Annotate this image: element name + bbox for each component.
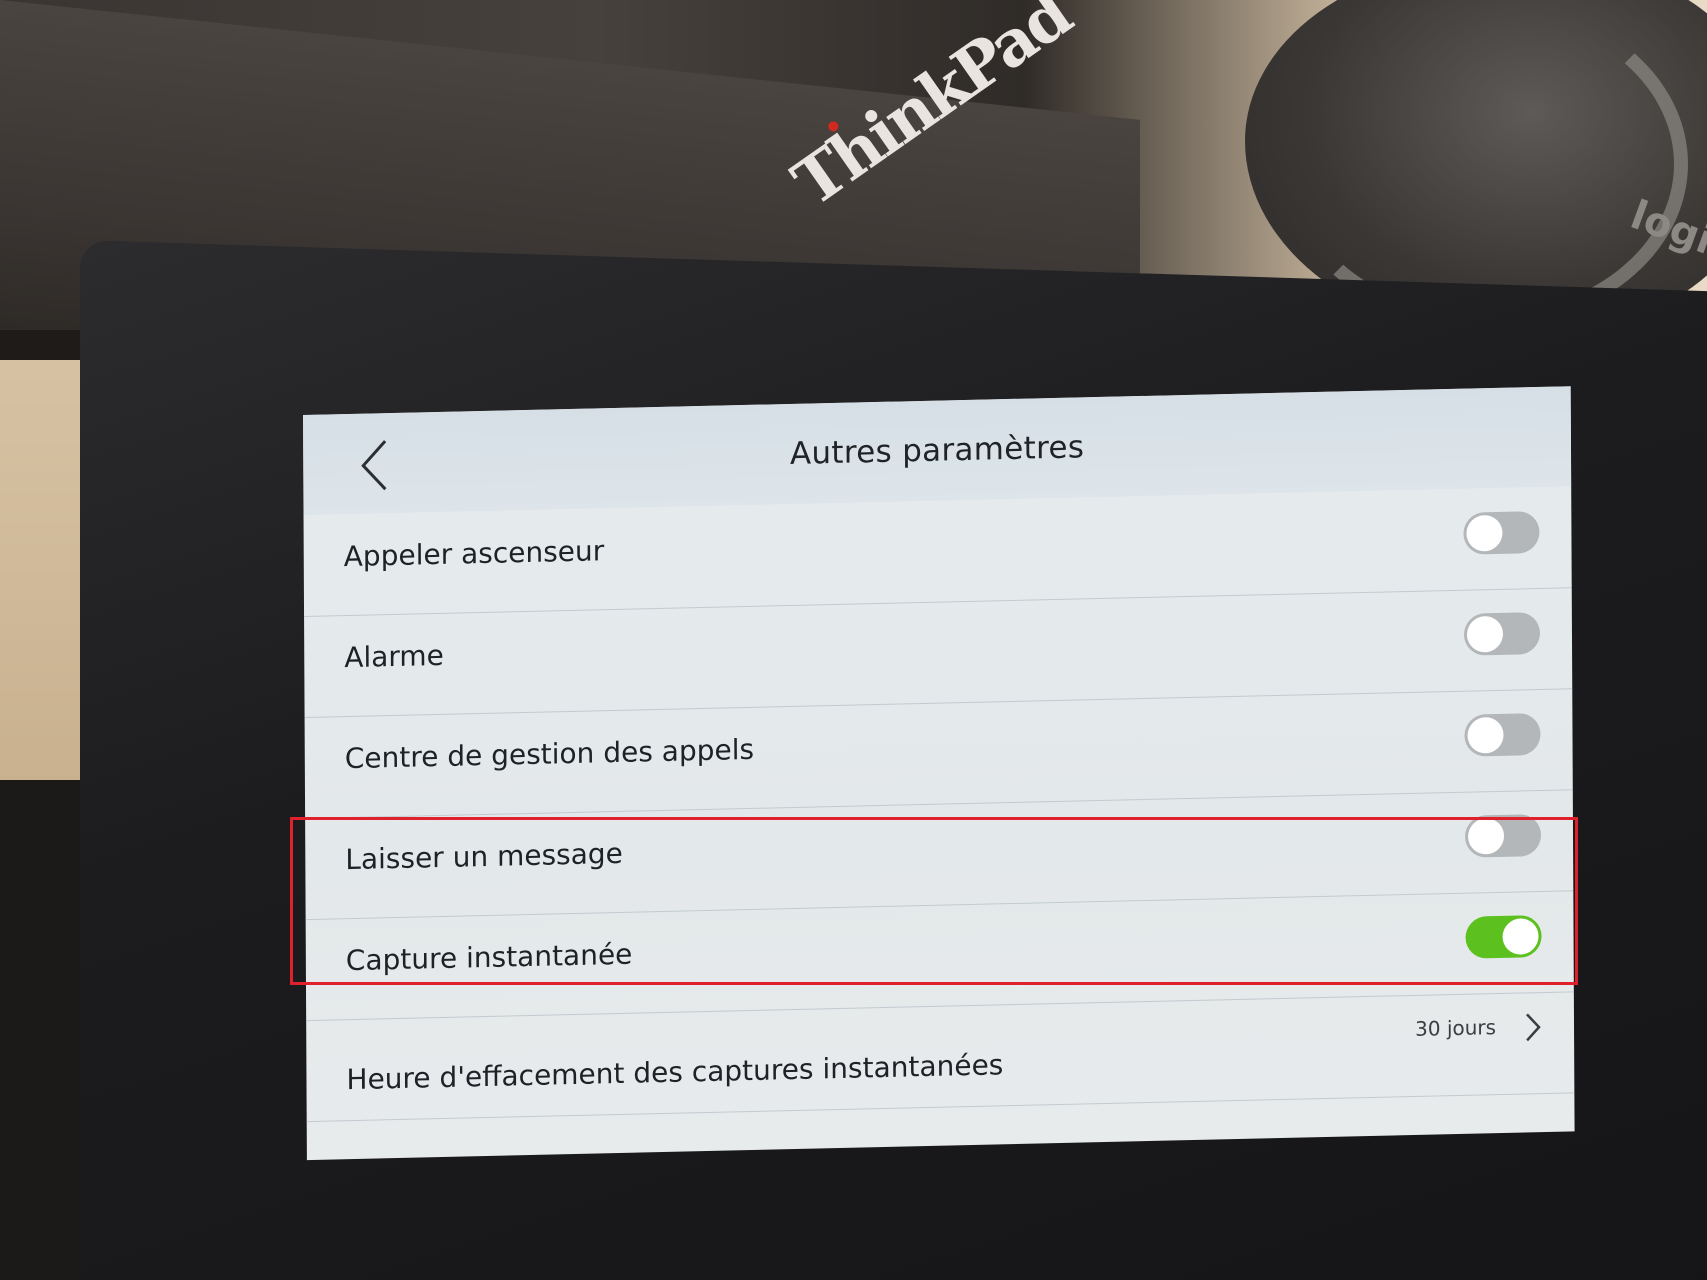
toggle-knob <box>1466 514 1503 552</box>
toggle-knob <box>1467 716 1504 754</box>
highlight-annotation-box <box>290 817 1578 985</box>
toggle-knob <box>1466 615 1504 653</box>
setting-label: Centre de gestion des appels <box>344 732 755 776</box>
setting-label: Heure d'effacement des captures instanta… <box>346 1048 1004 1097</box>
setting-label: Appeler ascenseur <box>343 534 605 574</box>
chevron-right-icon[interactable] <box>1522 1010 1544 1045</box>
alarm-toggle[interactable] <box>1463 611 1541 656</box>
setting-label: Alarme <box>344 638 444 675</box>
call-elevator-toggle[interactable] <box>1463 510 1540 555</box>
device-screen: Autres paramètres Appeler ascenseur Alar… <box>303 386 1575 1161</box>
page-title: Autres paramètres <box>789 429 1085 472</box>
retention-value: 30 jours <box>1415 1015 1497 1041</box>
call-center-toggle[interactable] <box>1464 713 1541 757</box>
